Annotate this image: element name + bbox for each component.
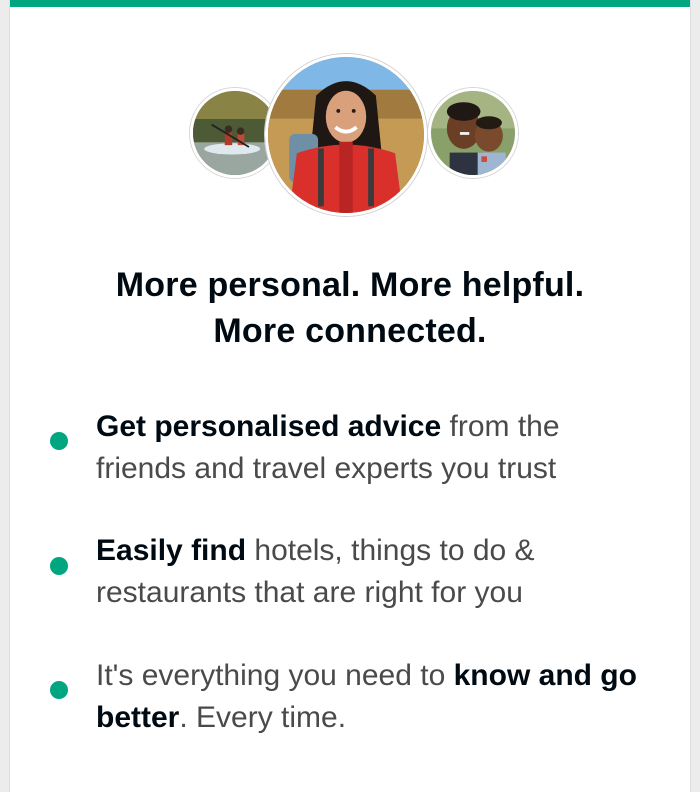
feature-bold-text: Easily find bbox=[96, 534, 247, 567]
feature-item-everything: It's everything you need to know and go … bbox=[96, 655, 656, 739]
hiker-woman-photo-icon bbox=[265, 54, 427, 216]
headline: More personal. More helpful. More connec… bbox=[10, 262, 690, 354]
bullet-dot bbox=[50, 557, 68, 575]
headline-line-1: More personal. More helpful. bbox=[115, 266, 585, 304]
bullet-dot bbox=[50, 432, 68, 450]
bullet-dot bbox=[50, 681, 68, 699]
feature-bold-text: Get personalised advice bbox=[96, 410, 442, 443]
headline-line-2: More connected. bbox=[213, 312, 487, 350]
accent-bar bbox=[10, 0, 690, 7]
feature-text-end: . Every time. bbox=[179, 701, 347, 734]
feature-item-advice: Get personalised advice from the friends… bbox=[96, 406, 656, 490]
promo-card: More personal. More helpful. More connec… bbox=[9, 0, 691, 792]
feature-text: It's everything you need to bbox=[96, 659, 454, 692]
father-child-photo-icon bbox=[428, 88, 518, 178]
feature-item-find: Easily find hotels, things to do & resta… bbox=[96, 530, 656, 614]
